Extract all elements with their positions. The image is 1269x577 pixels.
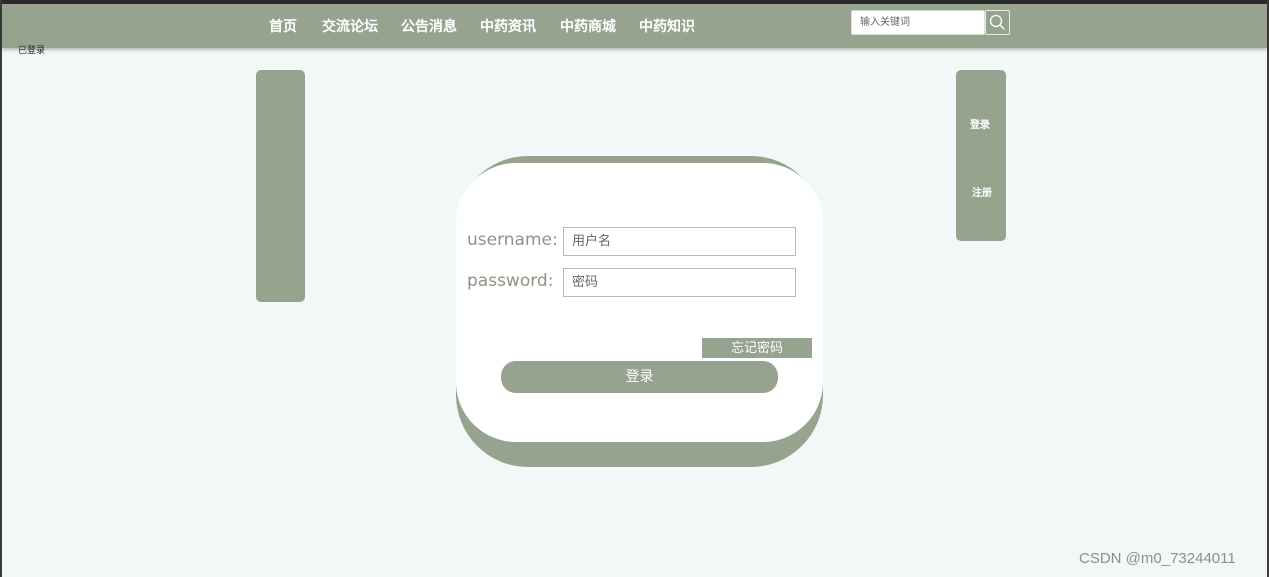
watermark-text: CSDN @m0_73244011 xyxy=(1079,550,1236,567)
login-card xyxy=(456,163,823,442)
right-side-menu: 登录 注册 xyxy=(956,70,1006,241)
magnifier-icon xyxy=(989,14,1005,30)
nav-forum-link[interactable]: 交流论坛 xyxy=(322,16,378,36)
search-input[interactable] xyxy=(852,11,984,34)
top-navbar: 首页 交流论坛 公告消息 中药资讯 中药商城 中药知识 xyxy=(2,4,1267,48)
nav-mall-link[interactable]: 中药商城 xyxy=(560,16,616,36)
side-register-link[interactable]: 注册 xyxy=(972,184,992,199)
nav-knowledge-link[interactable]: 中药知识 xyxy=(639,16,695,36)
search-box xyxy=(851,10,985,35)
login-submit-button[interactable]: 登录 xyxy=(501,361,778,393)
window-left-border xyxy=(0,0,2,577)
left-side-panel xyxy=(256,70,305,302)
username-field[interactable] xyxy=(563,227,796,256)
nav-announcements-link[interactable]: 公告消息 xyxy=(401,16,457,36)
side-login-link[interactable]: 登录 xyxy=(970,116,990,131)
search-button[interactable] xyxy=(985,10,1010,35)
password-field[interactable] xyxy=(563,268,796,297)
password-label: password: xyxy=(467,271,554,291)
login-status-label: 已登录 xyxy=(18,46,46,56)
forgot-password-button[interactable]: 忘记密码 xyxy=(702,338,812,358)
username-label: username: xyxy=(467,230,558,250)
nav-home-link[interactable]: 首页 xyxy=(269,16,297,36)
nav-news-link[interactable]: 中药资讯 xyxy=(480,16,536,36)
